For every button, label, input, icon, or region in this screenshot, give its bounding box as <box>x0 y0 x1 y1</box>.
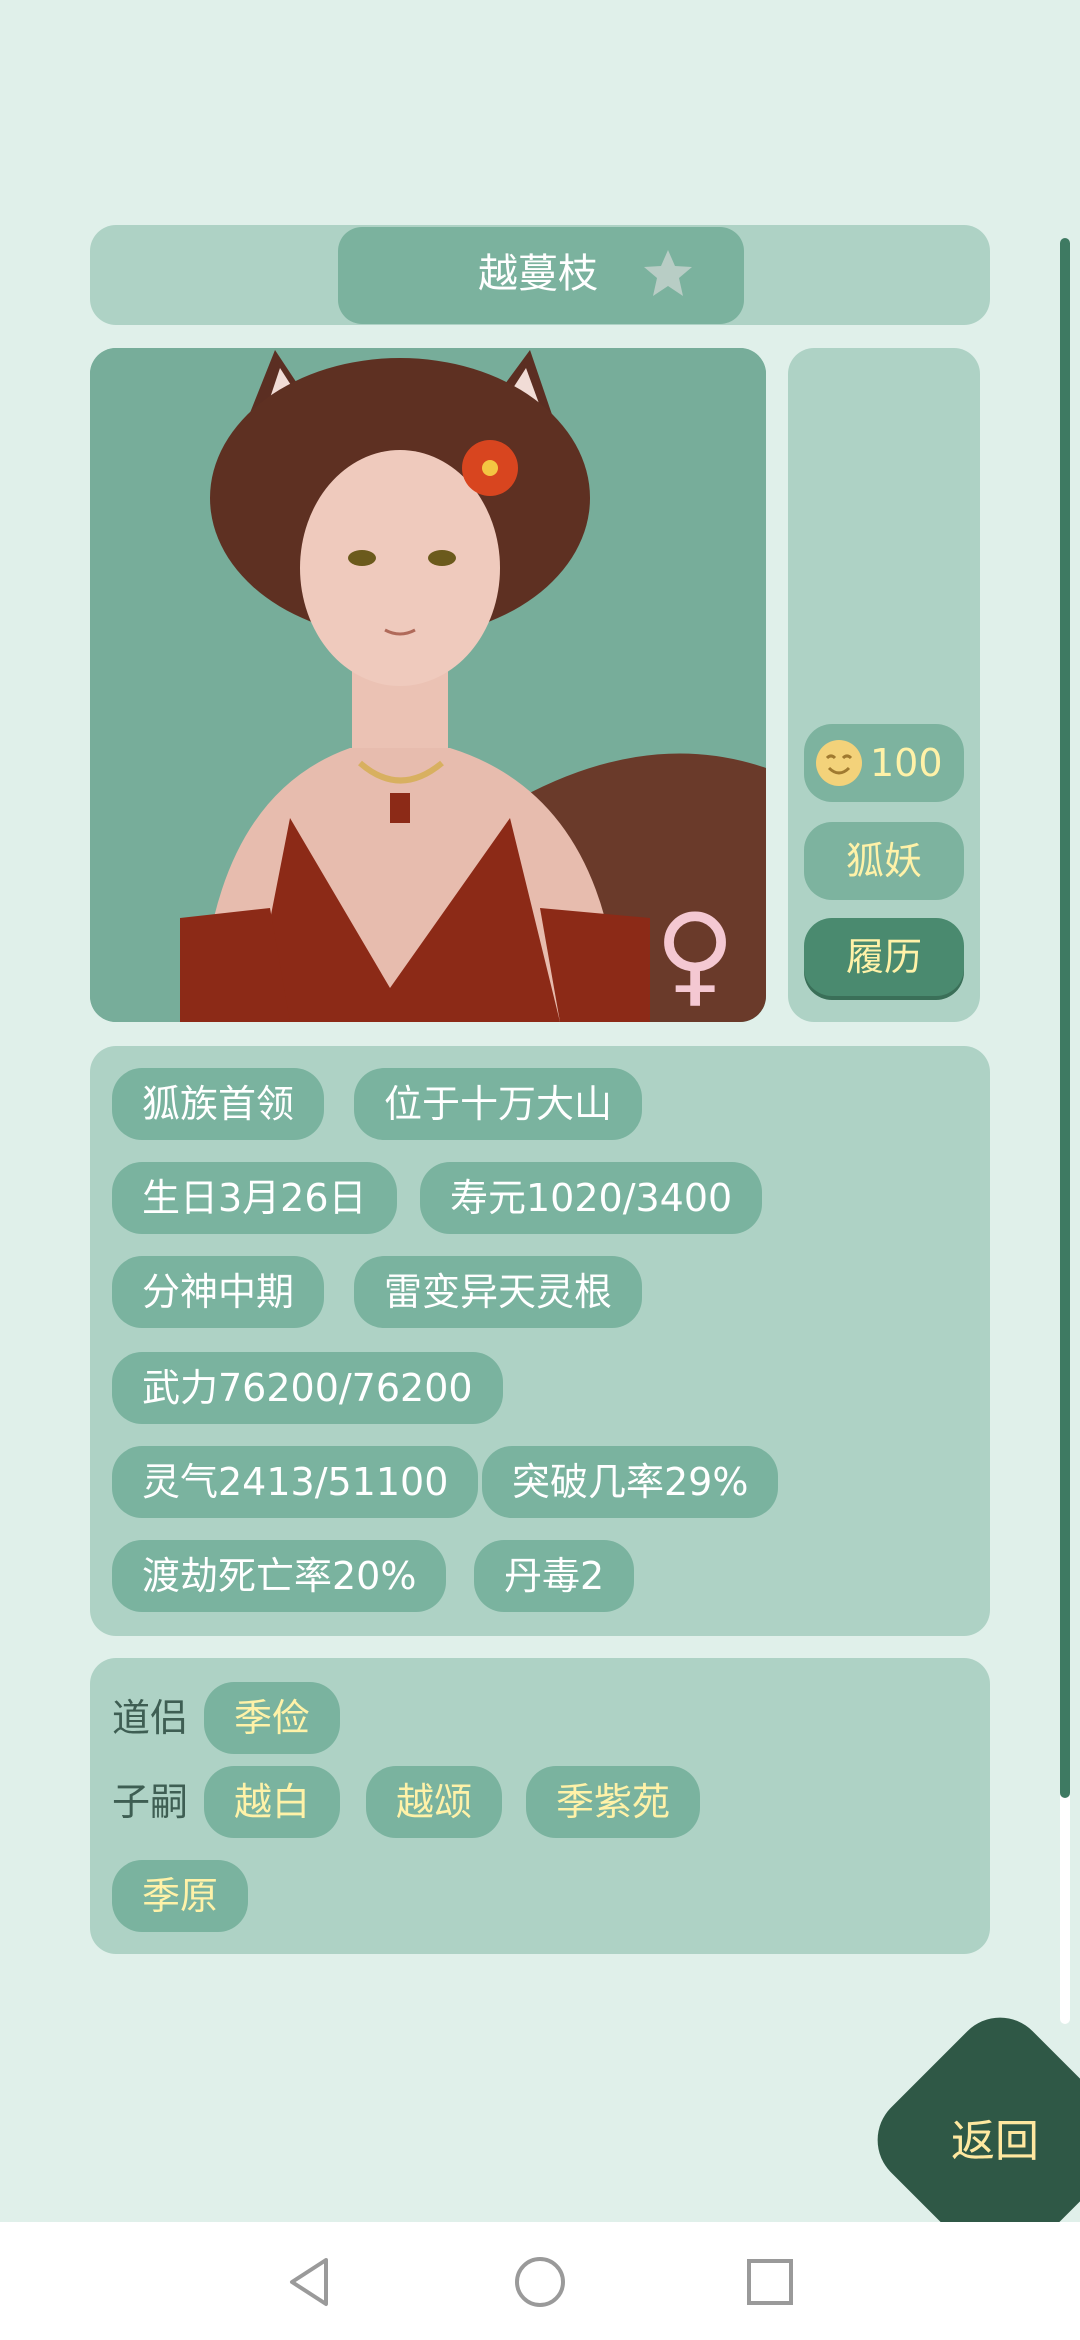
character-profile-screen: 越蔓枝 ♀ 100 狐妖 履历 狐族首领 位于十万大山 生日3月26日 寿元10… <box>0 0 1080 2282</box>
attribute-tag[interactable]: 丹毒2 <box>474 1540 635 1612</box>
home-circle-icon[interactable] <box>510 2252 570 2312</box>
attribute-tag[interactable]: 灵气2413/51100 <box>112 1446 479 1518</box>
recents-square-icon[interactable] <box>740 2252 800 2312</box>
child-tag[interactable]: 季紫苑 <box>526 1766 701 1838</box>
attribute-tag[interactable]: 武力76200/76200 <box>112 1352 503 1424</box>
character-name: 越蔓枝 <box>478 251 598 297</box>
child-tag[interactable]: 季原 <box>112 1860 249 1932</box>
partner-tag[interactable]: 季俭 <box>204 1682 341 1754</box>
mood-value: 100 <box>870 741 943 785</box>
history-button[interactable]: 履历 <box>804 918 964 996</box>
gender-female-icon: ♀ <box>654 890 736 1018</box>
attribute-tag[interactable]: 狐族首领 <box>112 1068 325 1140</box>
child-tag[interactable]: 越白 <box>204 1766 341 1838</box>
attribute-tag[interactable]: 雷变异天灵根 <box>354 1256 643 1328</box>
children-label: 子嗣 <box>112 1780 189 1824</box>
partner-label: 道侣 <box>112 1696 189 1740</box>
child-tag[interactable]: 越颂 <box>366 1766 503 1838</box>
attribute-tag[interactable]: 寿元1020/3400 <box>420 1162 763 1234</box>
attribute-tag[interactable]: 渡劫死亡率20% <box>112 1540 447 1612</box>
race-badge[interactable]: 狐妖 <box>804 822 964 900</box>
attribute-tag[interactable]: 位于十万大山 <box>354 1068 643 1140</box>
star-icon[interactable] <box>640 246 696 302</box>
back-button-label[interactable]: 返回 <box>940 2112 1050 2172</box>
mood-badge[interactable]: 100 <box>804 724 964 802</box>
attribute-tag[interactable]: 生日3月26日 <box>112 1162 397 1234</box>
attribute-tag[interactable]: 分神中期 <box>112 1256 325 1328</box>
smiling-face-icon <box>816 740 862 786</box>
back-triangle-icon[interactable] <box>280 2252 340 2312</box>
scrollbar-thumb[interactable] <box>1060 238 1070 1798</box>
attribute-tag[interactable]: 突破几率29% <box>482 1446 779 1518</box>
